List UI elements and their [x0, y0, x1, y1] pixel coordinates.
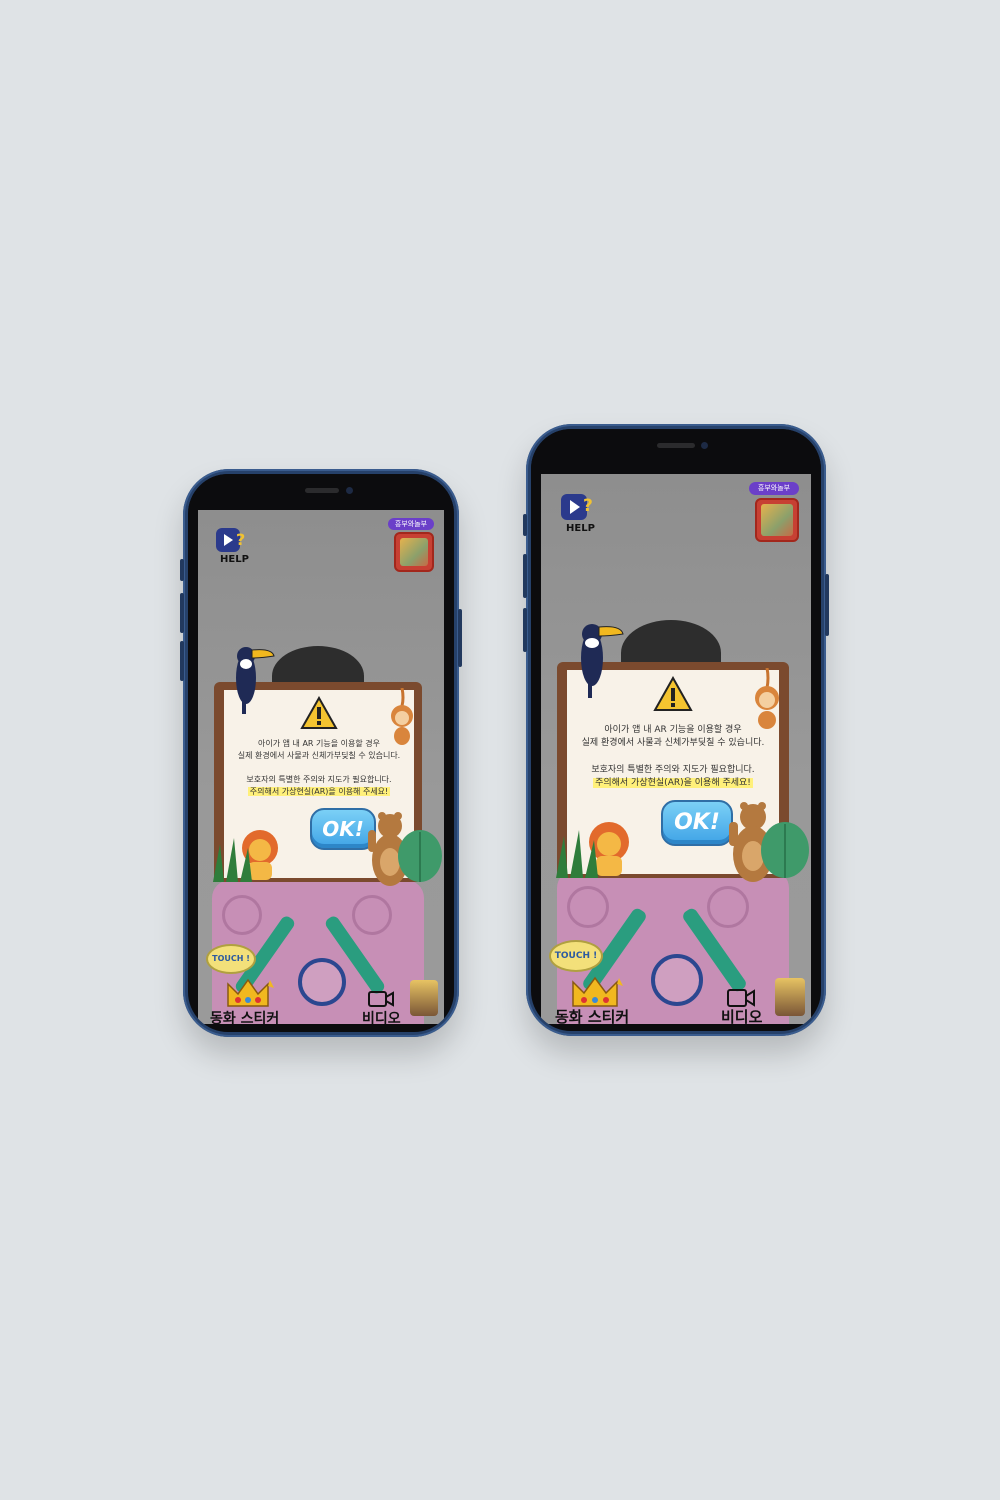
shirt-pattern: [222, 895, 262, 935]
shirt-pattern: [707, 886, 749, 928]
storybook-button[interactable]: 흥부와놀부: [745, 482, 807, 544]
phone-bezel: ? HELP 흥부와놀부 아이가 앱 내 AR 기능을 이용할 경우 실제 환경…: [188, 474, 454, 1032]
status-area: [531, 429, 821, 469]
front-camera: [701, 442, 708, 449]
volume-up-button: [523, 554, 527, 598]
phone-small: ? HELP 흥부와놀부 아이가 앱 내 AR 기능을 이용할 경우 실제 환경…: [180, 469, 462, 1037]
warning-line-4: 주의해서 가상현실(AR)을 이용해 주세요!: [247, 787, 391, 796]
tab-video[interactable]: 비디오: [362, 1008, 401, 1024]
speaker: [305, 488, 339, 493]
play-icon: [224, 534, 233, 546]
touch-bubble[interactable]: TOUCH !: [206, 944, 256, 974]
power-button: [458, 609, 462, 667]
phone-large: ? HELP 흥부와놀부 아이가 앱 내 AR 기능을 이용할 경우 실제 환경…: [523, 424, 829, 1036]
shutter-button[interactable]: [651, 954, 703, 1006]
front-camera: [346, 487, 353, 494]
side-button: [180, 559, 184, 581]
video-thumbnail[interactable]: [410, 980, 438, 1016]
monstera-leaf-icon: [761, 822, 809, 878]
volume-down-button: [523, 608, 527, 652]
tab-video[interactable]: 비디오: [721, 1006, 762, 1024]
warning-triangle-icon: [653, 676, 693, 711]
warning-line-2: 실제 환경에서 사물과 신체가부딪칠 수 있습니다.: [581, 738, 765, 748]
tab-sticker[interactable]: 동화 스티커: [555, 1006, 629, 1024]
app-screen: ? HELP 흥부와놀부 아이가 앱 내 AR 기능을 이용할 경우 실제 환경…: [198, 510, 444, 1024]
storybook-tag: 흥부와놀부: [749, 482, 799, 495]
volume-up-button: [180, 593, 184, 633]
help-button[interactable]: ? HELP: [561, 494, 601, 538]
question-mark-icon: ?: [236, 530, 246, 549]
toucan-icon: [581, 624, 624, 698]
volume-down-button: [180, 641, 184, 681]
play-icon: [570, 500, 580, 514]
shutter-button[interactable]: [298, 958, 346, 1006]
video-camera-icon[interactable]: [727, 988, 755, 1008]
app-screen: ? HELP 흥부와놀부 아이가 앱 내 AR 기능을 이용할 경우 실제 환경…: [541, 474, 811, 1024]
grass-icon: [213, 838, 252, 882]
phone-bezel: ? HELP 흥부와놀부 아이가 앱 내 AR 기능을 이용할 경우 실제 환경…: [531, 429, 821, 1031]
video-thumbnail[interactable]: [775, 978, 805, 1016]
warning-line-4: 주의해서 가상현실(AR)을 이용해 주세요!: [593, 778, 753, 788]
storybook-tag: 흥부와놀부: [388, 518, 434, 530]
grass-icon: [556, 830, 598, 878]
monkey-icon: [755, 668, 779, 729]
storybook-button[interactable]: 흥부와놀부: [384, 518, 442, 576]
help-label: HELP: [566, 523, 595, 534]
touch-bubble[interactable]: TOUCH !: [549, 940, 603, 972]
warning-line-3: 보호자의 특별한 주의와 지도가 필요합니다.: [246, 775, 392, 784]
warning-line-4-wrap: 주의해서 가상현실(AR)을 이용해 주세요!: [224, 786, 414, 797]
crown-sticker-icon[interactable]: [569, 974, 627, 1010]
help-button[interactable]: ? HELP: [216, 528, 252, 568]
warning-triangle-icon: [300, 696, 338, 729]
tab-sticker[interactable]: 동화 스티커: [210, 1008, 279, 1024]
shirt-pattern: [567, 886, 609, 928]
video-camera-icon[interactable]: [368, 990, 394, 1008]
question-mark-icon: ?: [583, 496, 593, 516]
shirt-pattern: [352, 895, 392, 935]
warning-line-2: 실제 환경에서 사물과 신체가부딪칠 수 있습니다.: [237, 751, 401, 760]
crown-sticker-icon[interactable]: [224, 976, 278, 1010]
ok-button[interactable]: OK!: [661, 800, 733, 846]
monkey-icon: [391, 688, 413, 745]
toucan-icon: [236, 647, 275, 714]
monstera-leaf-icon: [398, 830, 442, 882]
help-label: HELP: [220, 554, 249, 565]
storybook-thumbnail: [755, 498, 799, 542]
storybook-thumbnail: [394, 532, 434, 572]
side-button: [523, 514, 527, 536]
warning-line-4-wrap: 주의해서 가상현실(AR)을 이용해 주세요!: [567, 775, 779, 788]
speaker: [657, 443, 695, 448]
status-area: [188, 474, 454, 510]
warning-line-3: 보호자의 특별한 주의와 지도가 필요합니다.: [591, 765, 755, 775]
power-button: [825, 574, 829, 636]
